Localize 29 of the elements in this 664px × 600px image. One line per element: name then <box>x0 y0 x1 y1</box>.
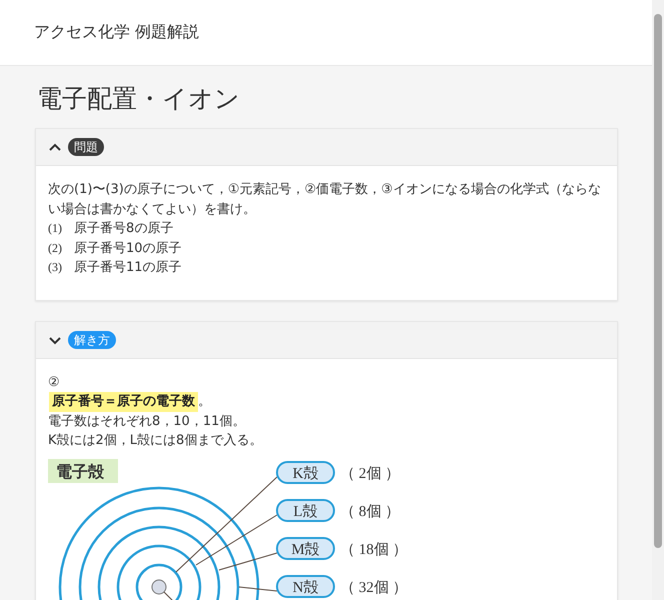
shell-capacity: （ 8個 ） <box>340 504 400 520</box>
solution-text: ② <box>48 374 60 392</box>
item-number: (3) <box>48 259 62 276</box>
solution-text: 電子数はそれぞれ8，10，11個。 <box>48 412 246 430</box>
section-badge: 問題 <box>68 138 104 156</box>
item-number: (1) <box>48 220 62 237</box>
item-text: 原子番号11の原子 <box>74 259 182 277</box>
site-title[interactable]: アクセス化学 例題解説 <box>34 22 200 43</box>
leader-line <box>238 586 278 591</box>
item-text: 原子番号10の原子 <box>74 240 182 258</box>
shell-label: K殻 <box>276 460 335 484</box>
scrollbar[interactable] <box>652 0 664 600</box>
item-number: (2) <box>48 240 62 256</box>
shell-label: N殻 <box>276 574 335 598</box>
shell-label: M殻 <box>276 536 335 560</box>
page-title: 電子配置・イオン <box>37 83 241 115</box>
item-text: 原子番号8の原子 <box>74 220 174 238</box>
punctuation: 。 <box>198 393 211 411</box>
shell-label: L殻 <box>276 498 335 522</box>
shell-capacity: （ 32個 ） <box>340 580 408 596</box>
figure-title: 電子殻 <box>48 458 118 482</box>
section-badge: 解き方 <box>68 330 116 348</box>
shell-capacity: （ 18個 ） <box>340 542 408 558</box>
highlighted-text: 原子番号＝原子の電子数 <box>49 392 198 412</box>
shell-capacity: （ 2個 ） <box>340 466 400 482</box>
scrollbar-thumb[interactable] <box>654 14 662 548</box>
question-text: 次の(1)〜(3)の原子について，①元素記号，②価電子数，③イオンになる場合の化学式（ならない場合は書かなくてよい）を書け。 <box>48 181 602 218</box>
card-header[interactable]: 問題 <box>36 129 617 166</box>
solution-text: K殻には2個，L殻には8個まで入る。 <box>48 432 262 450</box>
